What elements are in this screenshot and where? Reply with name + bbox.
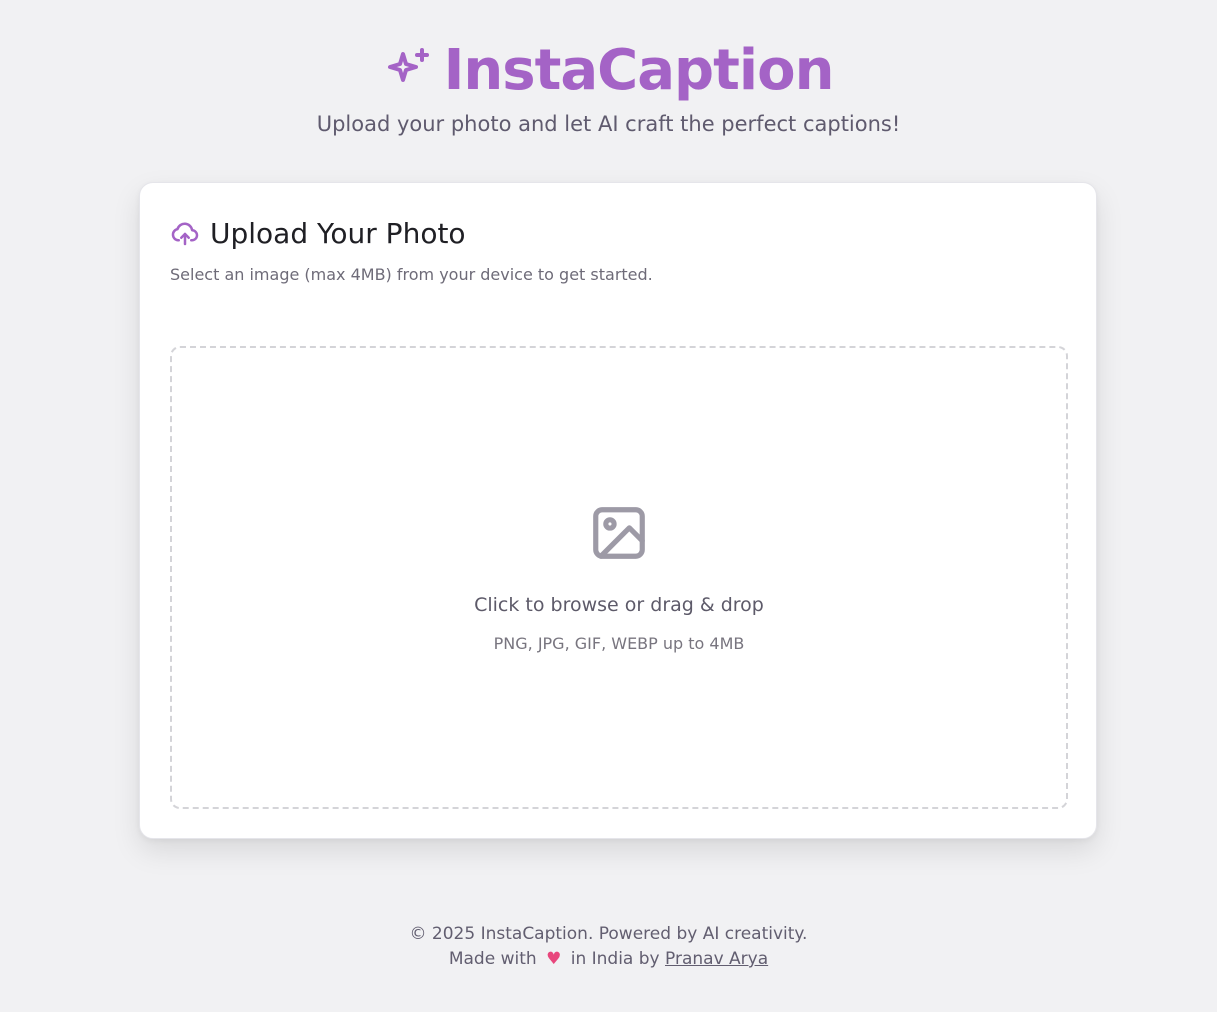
sparkles-icon [384, 46, 432, 94]
cloud-upload-icon [170, 219, 200, 249]
author-link[interactable]: Pranav Arya [665, 949, 768, 969]
card-description: Select an image (max 4MB) from your devi… [170, 265, 653, 284]
dropzone-sub-text: PNG, JPG, GIF, WEBP up to 4MB [493, 634, 745, 653]
image-icon [588, 502, 650, 564]
footer-credit: Made with ♥ in India by Pranav Arya [0, 947, 1217, 972]
card-title: Upload Your Photo [210, 217, 466, 250]
upload-card: Upload Your Photo Select an image (max 4… [139, 182, 1097, 839]
dropzone-main-text: Click to browse or drag & drop [474, 594, 764, 616]
footer: © 2025 InstaCaption. Powered by AI creat… [0, 922, 1217, 972]
app-title: InstaCaption [443, 37, 835, 103]
image-dropzone[interactable]: Click to browse or drag & drop PNG, JPG,… [170, 346, 1068, 809]
footer-in-india-by: in India by [570, 949, 660, 969]
app-subtitle: Upload your photo and let AI craft the p… [316, 112, 901, 136]
brand: InstaCaption [0, 37, 1217, 103]
heart-icon: ♥ [546, 949, 562, 969]
card-header: Upload Your Photo [170, 217, 466, 250]
app-header: InstaCaption Upload your photo and let A… [0, 37, 1217, 137]
footer-made-with: Made with [448, 949, 537, 969]
footer-copyright: © 2025 InstaCaption. Powered by AI creat… [409, 924, 808, 944]
